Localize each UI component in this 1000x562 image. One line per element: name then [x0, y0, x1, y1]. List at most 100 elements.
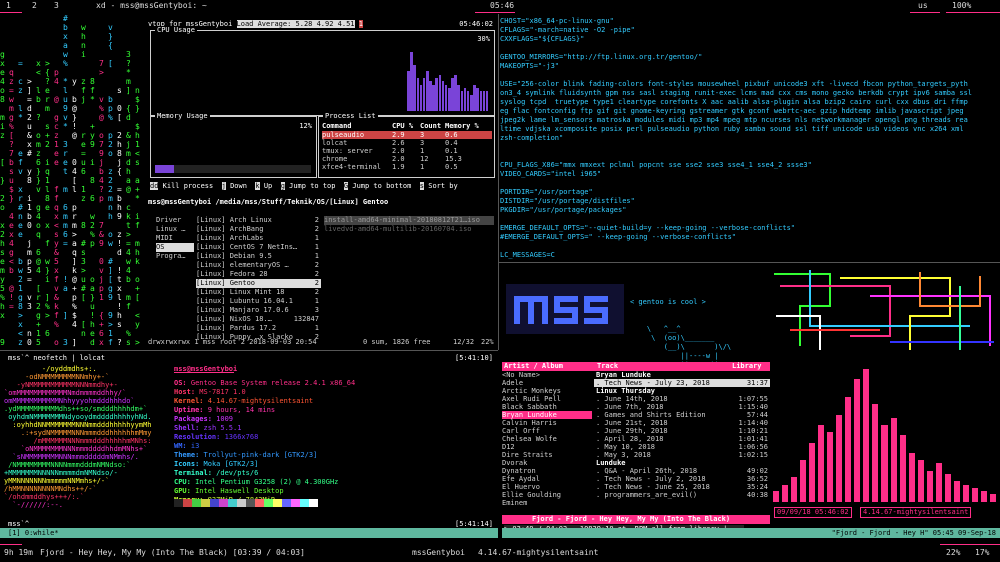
track-item[interactable]: . June 21st, 2018 1:14:40 [594, 419, 770, 427]
track-item[interactable]: . programmers_are_evil() 40:38 [594, 491, 770, 499]
artist-item[interactable]: <No Name> [502, 371, 592, 379]
artist-item[interactable]: El Huervo [502, 483, 592, 491]
artist-item[interactable]: D12 [502, 443, 592, 451]
fm-current-item[interactable]: [Linux] Linux Mint 18 2 [196, 288, 321, 297]
keyboard-layout[interactable]: us [918, 0, 928, 12]
fm-parent-item[interactable]: MIDI [156, 234, 194, 243]
neofetch-time: [5:41:10] [455, 354, 493, 362]
fm-item-name: [Linux] Fedora 28 [196, 270, 268, 278]
col-library[interactable]: Library [732, 362, 762, 371]
config-line: jpeg2k lame lm_sensors matroska modules … [500, 116, 968, 124]
track-item[interactable]: . May 10, 2018 1:06:56 [594, 443, 770, 451]
cpu-history-bar [476, 87, 479, 111]
process-header-cell[interactable]: Command [322, 122, 352, 131]
artist-item[interactable]: Eminem [502, 499, 592, 507]
fm-status-left: drwxrwxrwx 1 mss root 2 2018-09-03 20:54 [148, 338, 317, 346]
config-line [500, 152, 998, 161]
process-row[interactable]: xfce4-terminal 1.9 1 0.5 [322, 163, 492, 171]
fm-current-item[interactable]: [Linux] Lubuntu 16.04.1 1 [196, 297, 321, 306]
track-item[interactable]: . Games and Shirts Edition 57:44 [594, 411, 770, 419]
artist-item[interactable]: Dynatron [502, 467, 592, 475]
artist-item[interactable]: Dire Straits [502, 451, 592, 459]
track-item[interactable]: Bryan Lunduke [594, 371, 770, 379]
process-header-cell[interactable]: CPU % [392, 122, 413, 131]
track-item[interactable]: . Tech News - July 23, 2018 31:37 [594, 379, 770, 387]
fm-current-item[interactable]: [Linux] NixOS 18.… 132847 [196, 315, 321, 324]
neofetch-value: MS-7817 1.0 [199, 388, 246, 396]
neofetch-info-row: Packages: 1009 [174, 415, 494, 424]
process-row[interactable]: chrome 2.0 12 15.3 [322, 155, 492, 163]
track-duration: 40:38 [746, 491, 768, 499]
fm-current-item[interactable]: [Linux] Arch Linux 2 [196, 216, 321, 225]
artist-item[interactable]: Black Sabbath [502, 403, 592, 411]
bottom-accent-right [940, 544, 1000, 545]
current-song[interactable]: Fjord - Hey Hey, My My (Into The Black) … [40, 544, 305, 562]
spectrum-bar [944, 474, 951, 502]
process-header-cell[interactable]: Memory % [445, 122, 479, 131]
track-item[interactable]: . Q&A - April 26th, 2018 49:02 [594, 467, 770, 475]
artist-item[interactable]: Carl Orff [502, 427, 592, 435]
process-row[interactable]: tmux: server 2.0 1 0.1 [322, 147, 492, 155]
fm-parent-item[interactable]: Progra… [156, 252, 194, 261]
fm-item-name: [Linux] ArchBang [196, 225, 264, 233]
matrix-column: > ] = d 2 u & x # y 8 i 1 b 0 j m p 5 = … [27, 77, 32, 347]
fm-preview-item[interactable]: livedvd-amd64-multilib-20160704.iso [324, 225, 494, 234]
artist-item[interactable]: Ellie Goulding [502, 491, 592, 499]
fm-current-item[interactable]: [Linux] elementaryOS … 2 [196, 261, 321, 270]
artist-item[interactable]: Calvin Harris [502, 419, 592, 427]
artist-item[interactable]: Arctic Monkeys [502, 387, 592, 395]
process-row[interactable]: lolcat 2.6 3 0.4 [322, 139, 492, 147]
col-artist[interactable]: Artist / Album [504, 362, 563, 371]
fm-current-item[interactable]: [Linux] ArchBang 2 [196, 225, 321, 234]
cowsay-panel: < gentoo is cool > \ ^__^ \ (oo)\_______… [630, 280, 765, 369]
artist-item[interactable]: Bryan Lunduke [502, 411, 592, 419]
track-item[interactable]: . Tech News - July 2, 2018 36:52 [594, 475, 770, 483]
matrix-column: # b x a w % * l u 9 v * 3 r e t m 6 m m … [63, 14, 68, 347]
fm-current-item[interactable]: [Linux] CentOS 7 NetIns… 1 [196, 243, 321, 252]
fm-current-item[interactable]: [Linux] ArchLabs 1 [196, 234, 321, 243]
fm-current-item[interactable]: [Linux] Debian 9.5 1 [196, 252, 321, 261]
process-row[interactable]: pulseaudio 2.9 3 0.6 [322, 131, 492, 139]
fm-item-size: 132847 [293, 315, 319, 323]
track-item[interactable]: . Tech News - June 25, 2018 35:24 [594, 483, 770, 491]
fm-parent-item[interactable]: Driver [156, 216, 194, 225]
fm-parent-item[interactable]: Linux … [156, 225, 194, 234]
matrix-column: 3 ? * m ] { d & j m d h a @ c k t > = 4 … [126, 50, 131, 347]
fm-current-item[interactable]: [Linux] Pardus 17.2 1 [196, 324, 321, 333]
spectrum-bar [863, 369, 870, 502]
track-item[interactable]: . June 14th, 2018 1:07:55 [594, 395, 770, 403]
config-line [500, 71, 998, 80]
spectrum-bar [791, 476, 798, 502]
track-item[interactable]: . June 7th, 2018 1:15:40 [594, 403, 770, 411]
fm-current-item[interactable]: [Linux] Gentoo 2 [196, 279, 321, 288]
col-track[interactable]: Track [597, 362, 618, 371]
track-item[interactable]: . April 28, 2018 1:01:41 [594, 435, 770, 443]
matrix-column: p 4 @ g c z 1 e e f f q x < s y & 5 x f … [54, 68, 59, 347]
process-header-cell[interactable]: Count [420, 122, 441, 131]
artist-item[interactable]: Adele [502, 379, 592, 387]
keybinding-label: Sort by [424, 182, 467, 190]
artist-item[interactable]: Chelsea Wolfe [502, 435, 592, 443]
track-item[interactable]: . May 3, 2018 1:02:15 [594, 451, 770, 459]
fm-item-name: [Linux] Gentoo [196, 279, 256, 287]
fm-current-item[interactable]: [Linux] Manjaro 17.0.6 3 [196, 306, 321, 315]
volume-underline [946, 12, 1000, 13]
config-line: GENTOO_MIRRORS="http://ftp.linux.org.tr/… [500, 53, 703, 61]
track-item[interactable]: Linux Thursday [594, 387, 770, 395]
keybinding-label: Jump to bottom [348, 182, 420, 190]
spectrum-bar [926, 471, 933, 502]
volume[interactable]: 100% [952, 0, 971, 12]
track-item[interactable]: Lunduke [594, 459, 770, 467]
fm-preview-item[interactable]: install-amd64-minimal-20180812T21…iso [324, 216, 494, 225]
track-item[interactable]: . June 29th, 2018 1:10:21 [594, 427, 770, 435]
fm-current-item[interactable]: [Linux] Fedora 28 2 [196, 270, 321, 279]
fm-item-size: 2 [314, 288, 319, 296]
matrix-column: s 0 [ 2 h 8 j { = b h 9 z ! d ! t x l ! … [117, 86, 122, 347]
tmux-window-tab[interactable]: [1] 0:while* [8, 528, 59, 538]
artist-item[interactable]: Axel Rudi Pell [502, 395, 592, 403]
artist-item[interactable]: Efe Aydal [502, 475, 592, 483]
fm-item-size: 2 [314, 279, 319, 287]
config-line: DISTDIR="/usr/portage/distfiles" [500, 197, 635, 205]
fm-parent-item[interactable]: OS [156, 243, 194, 252]
artist-item[interactable]: Dvorak [502, 459, 592, 467]
